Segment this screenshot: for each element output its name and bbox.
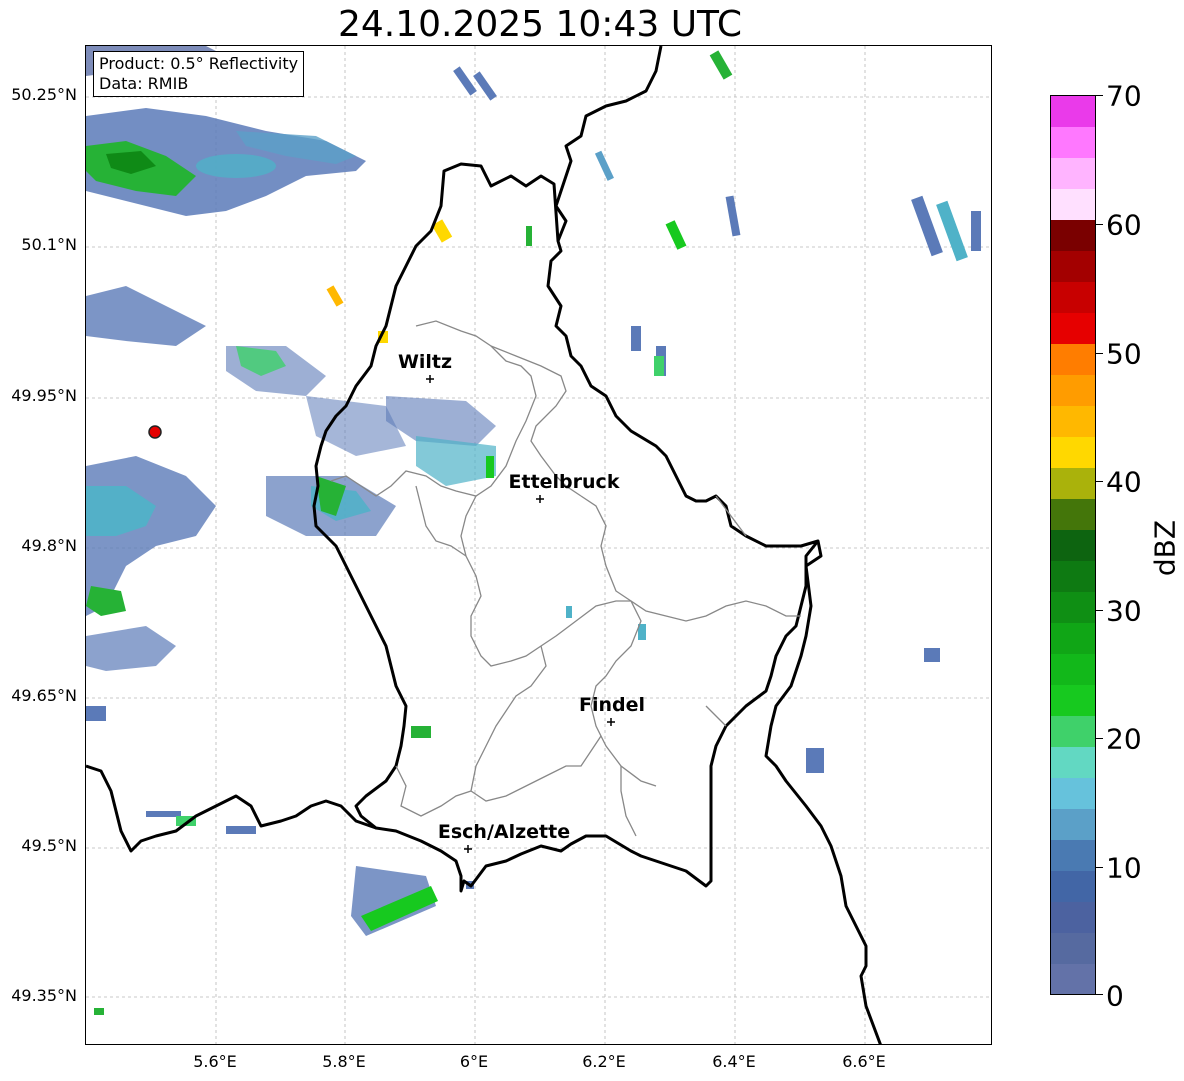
colorbar-tick-label: 10 bbox=[1106, 851, 1142, 885]
colorbar-segment bbox=[1051, 591, 1095, 623]
colorbar-tick-label: 70 bbox=[1106, 79, 1142, 113]
product-info-box: Product: 0.5° Reflectivity Data: RMIB bbox=[93, 51, 305, 97]
colorbar-segment bbox=[1051, 622, 1095, 654]
colorbar-segment bbox=[1051, 405, 1095, 438]
colorbar-segment bbox=[1051, 684, 1095, 716]
colorbar-segment bbox=[1051, 281, 1095, 314]
colorbar-tick-label: 40 bbox=[1106, 465, 1142, 499]
colorbar-segment bbox=[1051, 343, 1095, 376]
colorbar-segment bbox=[1051, 312, 1095, 345]
colorbar-segment bbox=[1051, 96, 1095, 128]
colorbar-tick-label: 60 bbox=[1106, 208, 1142, 242]
city-label-findel: Findel bbox=[579, 694, 645, 716]
lon-label: 5.6°E bbox=[193, 1052, 237, 1071]
city-label-esch-alzette: Esch/Alzette bbox=[438, 821, 570, 843]
city-label-wiltz: Wiltz bbox=[398, 351, 452, 373]
city-label-ettelbruck: Ettelbruck bbox=[509, 471, 620, 493]
lat-label: 50.25°N bbox=[11, 85, 77, 104]
colorbar-segment bbox=[1051, 126, 1095, 159]
lat-label: 49.95°N bbox=[11, 386, 77, 405]
data-source-label: Data: RMIB bbox=[99, 74, 189, 93]
colorbar-segment bbox=[1051, 467, 1095, 500]
lon-label: 6.6°E bbox=[842, 1052, 886, 1071]
colorbar-segment bbox=[1051, 219, 1095, 252]
colorbar-segment bbox=[1051, 560, 1095, 592]
colorbar-segment bbox=[1051, 870, 1095, 902]
colorbar-segment bbox=[1051, 746, 1095, 778]
map-title: 24.10.2025 10:43 UTC bbox=[337, 4, 743, 45]
colorbar-segment bbox=[1051, 901, 1095, 933]
colorbar-tick bbox=[1096, 610, 1103, 611]
colorbar-tick-label: 50 bbox=[1106, 337, 1142, 371]
colorbar-tick-label: 30 bbox=[1106, 594, 1142, 628]
lon-label: 6.2°E bbox=[582, 1052, 626, 1071]
colorbar-segment bbox=[1051, 963, 1095, 995]
colorbar-tick-label: 0 bbox=[1106, 979, 1124, 1013]
colorbar-segment bbox=[1051, 715, 1095, 747]
colorbar-segment bbox=[1051, 529, 1095, 561]
colorbar-tick-label: 20 bbox=[1106, 722, 1142, 756]
colorbar-tick bbox=[1096, 353, 1103, 354]
lat-label: 49.5°N bbox=[21, 836, 77, 855]
colorbar-tick bbox=[1096, 738, 1103, 739]
colorbar-unit-label: dBZ bbox=[1148, 519, 1182, 577]
lon-label: 5.8°E bbox=[322, 1052, 366, 1071]
lat-label: 49.8°N bbox=[21, 536, 77, 555]
colorbar-tick bbox=[1096, 224, 1103, 225]
radar-map[interactable]: Wiltz Ettelbruck Findel Esch/Alzette bbox=[85, 45, 992, 1045]
lat-label: 50.1°N bbox=[21, 235, 77, 254]
colorbar-segment bbox=[1051, 157, 1095, 190]
radar-site-marker bbox=[148, 425, 162, 439]
lon-label: 6.4°E bbox=[712, 1052, 756, 1071]
colorbar-segment bbox=[1051, 653, 1095, 685]
radar-map-canvas: Wiltz Ettelbruck Findel Esch/Alzette bbox=[86, 46, 991, 1044]
colorbar-segment bbox=[1051, 374, 1095, 407]
product-label: Product: 0.5° Reflectivity bbox=[99, 54, 299, 73]
colorbar-tick bbox=[1096, 481, 1103, 482]
colorbar bbox=[1050, 95, 1096, 995]
colorbar-segment bbox=[1051, 188, 1095, 221]
colorbar-tick bbox=[1096, 867, 1103, 868]
lat-label: 49.65°N bbox=[11, 686, 77, 705]
colorbar-segment bbox=[1051, 808, 1095, 840]
lat-label: 49.35°N bbox=[11, 986, 77, 1005]
colorbar-segment bbox=[1051, 498, 1095, 530]
colorbar-segment bbox=[1051, 777, 1095, 809]
colorbar-tick bbox=[1096, 994, 1103, 995]
radar-echoes bbox=[86, 46, 981, 1015]
colorbar-tick bbox=[1096, 95, 1103, 96]
colorbar-segment bbox=[1051, 436, 1095, 469]
lon-label: 6°E bbox=[459, 1052, 489, 1071]
colorbar-segment bbox=[1051, 250, 1095, 283]
colorbar-segment bbox=[1051, 839, 1095, 871]
colorbar-segment bbox=[1051, 932, 1095, 964]
